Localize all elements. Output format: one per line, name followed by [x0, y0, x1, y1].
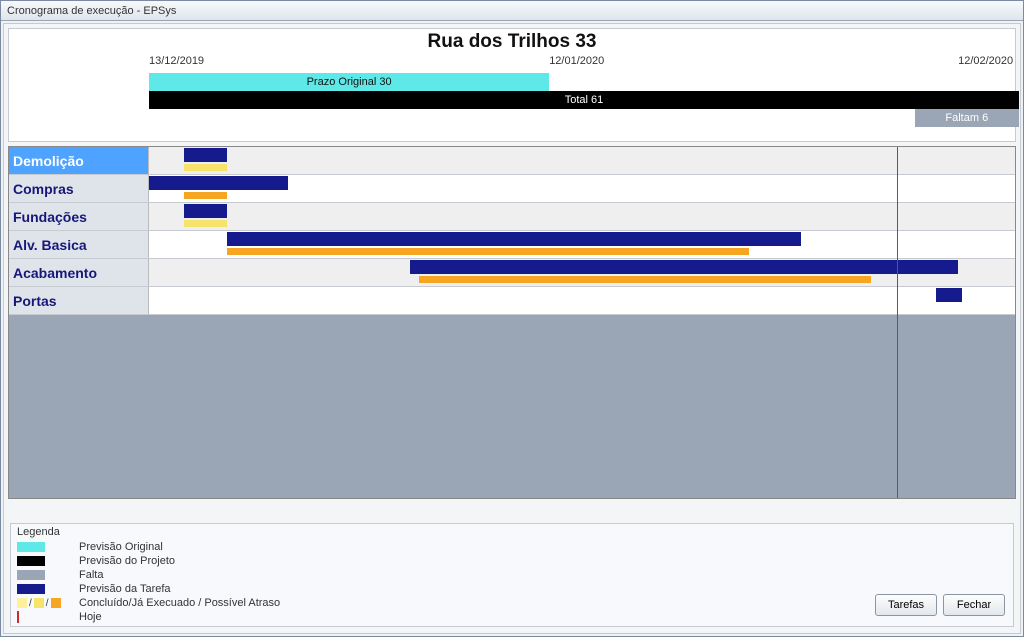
date-label: 13/12/2019 [149, 55, 204, 67]
legend-item: Hoje [17, 610, 1007, 624]
task-label: Fundações [9, 203, 149, 230]
task-bar[interactable] [184, 204, 228, 218]
date-label: 12/01/2020 [549, 55, 604, 67]
legend-item: Falta [17, 568, 1007, 582]
legend-item: Previsão do Projeto [17, 554, 1007, 568]
gantt-row[interactable]: Compras [9, 175, 1015, 203]
task-area [149, 147, 1016, 174]
task-label: Acabamento [9, 259, 149, 286]
gantt-row[interactable]: Alv. Basica [9, 231, 1015, 259]
legend-label: Previsão Original [79, 541, 163, 553]
task-bar[interactable] [149, 176, 288, 190]
task-bar[interactable] [227, 232, 801, 246]
summary-bar: Prazo Original 30 [149, 73, 549, 91]
task-area [149, 231, 1016, 258]
task-label: Compras [9, 175, 149, 202]
gantt-row[interactable]: Demolição [9, 147, 1015, 175]
task-label: Alv. Basica [9, 231, 149, 258]
task-label: Demolição [9, 147, 149, 174]
status-bar [184, 192, 228, 199]
gantt-row[interactable]: Fundações [9, 203, 1015, 231]
legend-item: //Concluído/Já Execuado / Possível Atras… [17, 596, 1007, 610]
tasks-button[interactable]: Tarefas [875, 594, 937, 616]
summary-bar: Total 61 [149, 91, 1019, 109]
window-title: Cronograma de execução - EPSys [7, 5, 176, 17]
task-bar[interactable] [410, 260, 958, 274]
gantt-chart: DemoliçãoComprasFundaçõesAlv. BasicaAcab… [8, 146, 1016, 499]
legend-label: Falta [79, 569, 103, 581]
timeline-header: Rua dos Trilhos 33 13/12/201912/01/20201… [8, 28, 1016, 142]
legend-label: Concluído/Já Execuado / Possível Atraso [79, 597, 280, 609]
status-bar [184, 164, 228, 171]
button-bar: Tarefas Fechar [875, 594, 1005, 616]
legend-item: Previsão Original [17, 540, 1007, 554]
task-bar[interactable] [184, 148, 228, 162]
legend-label: Hoje [79, 611, 102, 623]
date-label: 12/02/2020 [958, 55, 1013, 67]
content-panel: Rua dos Trilhos 33 13/12/201912/01/20201… [3, 23, 1021, 634]
task-bar[interactable] [936, 288, 962, 302]
legend-label: Previsão da Tarefa [79, 583, 171, 595]
today-line [897, 147, 898, 498]
legend: Legenda Previsão Original Previsão do Pro… [10, 523, 1014, 627]
summary-bar: Faltam 6 [915, 109, 1019, 127]
task-label: Portas [9, 287, 149, 314]
task-area [149, 175, 1016, 202]
app-window: Cronograma de execução - EPSys Rua dos T… [0, 0, 1024, 637]
task-area [149, 287, 1016, 314]
gantt-row[interactable]: Portas [9, 287, 1015, 315]
gantt-row[interactable]: Acabamento [9, 259, 1015, 287]
task-area [149, 259, 1016, 286]
task-area [149, 203, 1016, 230]
legend-item: Previsão da Tarefa [17, 582, 1007, 596]
status-bar [184, 220, 228, 227]
window-titlebar[interactable]: Cronograma de execução - EPSys [1, 1, 1023, 21]
status-bar [419, 276, 871, 283]
status-bar [227, 248, 749, 255]
summary-timeline: 13/12/2019 12/01/2020 12/02/2020 Prazo Orig… [149, 55, 1019, 141]
legend-title: Legenda [17, 526, 1007, 538]
legend-label: Previsão do Projeto [79, 555, 175, 567]
close-button[interactable]: Fechar [943, 594, 1005, 616]
project-title: Rua dos Trilhos 33 [9, 29, 1015, 55]
